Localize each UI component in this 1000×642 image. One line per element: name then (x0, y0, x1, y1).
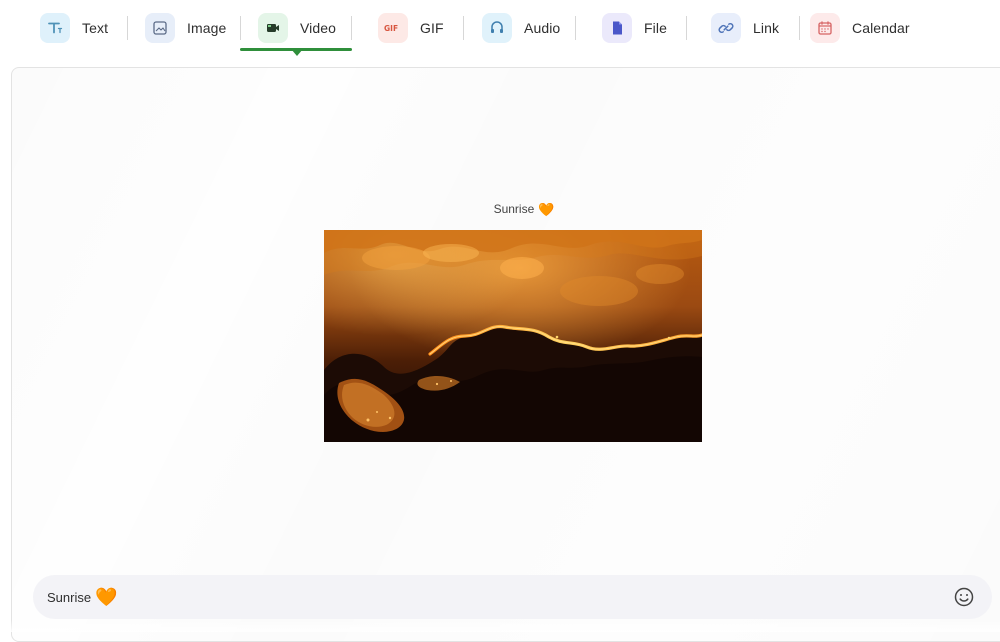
tab-gif-label: GIF (420, 20, 444, 36)
tab-separator (463, 16, 464, 40)
tab-link[interactable]: Link (711, 12, 793, 44)
text-icon (40, 13, 70, 43)
caption-input-text: Sunrise (47, 589, 92, 605)
toolbar: Text Image Video GIF GIF Audio File Link… (0, 0, 1000, 58)
gif-icon: GIF (378, 13, 408, 43)
bottom-fade (0, 620, 1000, 632)
preview-title-text: Sunrise (493, 202, 535, 216)
image-icon (145, 13, 175, 43)
tab-separator (240, 16, 241, 40)
smiley-icon[interactable] (950, 583, 978, 611)
tab-video-label: Video (300, 20, 337, 36)
tab-separator (127, 16, 128, 40)
svg-text:GIF: GIF (384, 24, 398, 33)
tab-text-label: Text (82, 20, 109, 36)
tab-separator (351, 16, 352, 40)
tab-separator (686, 16, 687, 40)
tab-audio[interactable]: Audio (482, 12, 572, 44)
active-tab-caret-icon (291, 49, 303, 56)
sunrise-video-frame (324, 230, 702, 442)
orange-heart-icon: 🧡 (95, 587, 118, 607)
caption-composer[interactable]: Sunrise 🧡 (33, 575, 992, 619)
audio-icon (482, 13, 512, 43)
link-icon (711, 13, 741, 43)
orange-heart-icon: 🧡 (538, 202, 555, 217)
tab-calendar[interactable]: Calendar (810, 12, 920, 44)
file-icon (602, 13, 632, 43)
tab-separator (799, 16, 800, 40)
tab-calendar-label: Calendar (852, 20, 910, 36)
video-preview-panel: Sunrise 🧡 (11, 67, 1000, 642)
preview-title: Sunrise 🧡 (12, 202, 1000, 218)
tab-image-label: Image (187, 20, 227, 36)
tab-image[interactable]: Image (145, 12, 241, 44)
tab-separator (575, 16, 576, 40)
tab-file-label: File (644, 20, 667, 36)
tab-link-label: Link (753, 20, 780, 36)
tab-audio-label: Audio (524, 20, 561, 36)
tab-text[interactable]: Text (40, 12, 126, 44)
tab-file[interactable]: File (602, 12, 684, 44)
video-thumbnail[interactable] (324, 230, 702, 442)
tab-video[interactable]: Video (258, 12, 352, 44)
calendar-icon (810, 13, 840, 43)
tab-gif[interactable]: GIF GIF (378, 12, 456, 44)
caption-input[interactable]: Sunrise 🧡 (47, 588, 118, 606)
video-icon (258, 13, 288, 43)
